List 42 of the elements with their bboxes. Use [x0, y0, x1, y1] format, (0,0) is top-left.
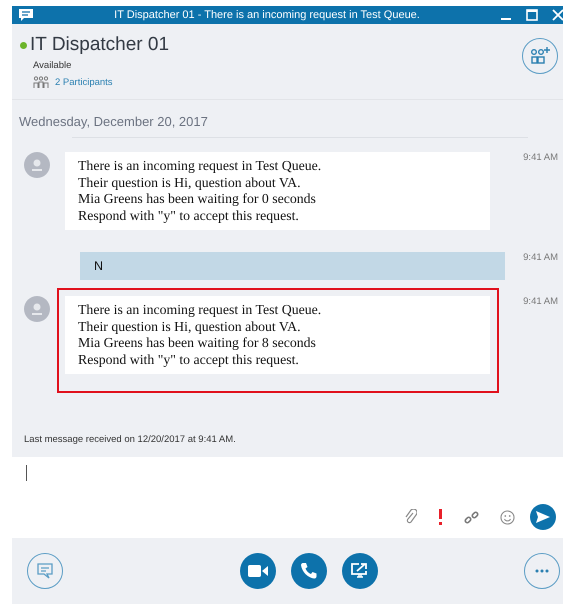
- message-text: Their question is Hi, question about VA.: [78, 174, 302, 191]
- message-text: Their question is Hi, question about VA.: [78, 318, 302, 335]
- message-time: 9:41 AM: [523, 296, 558, 307]
- contact-name: IT Dispatcher 01: [30, 34, 170, 56]
- message-text: Mia Greens has been waiting for 8 seconds: [78, 335, 317, 352]
- last-message-note: Last message received on 12/20/2017 at 9:41 AM.: [24, 434, 237, 445]
- send-icon: [536, 511, 550, 523]
- smiley-icon[interactable]: [500, 510, 515, 524]
- share-screen-button[interactable]: [342, 553, 378, 589]
- message-text: There is an incoming request in Test Queue.: [78, 158, 322, 174]
- phone-icon: [300, 562, 318, 580]
- send-button[interactable]: [530, 504, 556, 530]
- important-icon[interactable]: [438, 509, 443, 525]
- message-text: There is an incoming request in Test Queue.: [78, 302, 322, 318]
- message-time: 9:41 AM: [523, 152, 558, 163]
- message-text: Respond with "y" to accept this request.: [78, 352, 300, 368]
- participants-link[interactable]: 2 Participants: [55, 77, 113, 88]
- chat-button[interactable]: [27, 553, 63, 589]
- chat-icon: [36, 562, 54, 580]
- people-icon: [33, 76, 49, 89]
- share-screen-icon: [350, 562, 370, 580]
- add-people-button[interactable]: [522, 38, 558, 74]
- link-icon[interactable]: [464, 510, 479, 524]
- video-button[interactable]: [240, 553, 276, 589]
- add-people-icon: [529, 46, 551, 66]
- close-button[interactable]: [552, 9, 563, 21]
- presence-dot: [20, 42, 27, 48]
- status-text: Available: [33, 60, 72, 71]
- more-button[interactable]: [524, 553, 560, 589]
- avatar-icon: [24, 296, 50, 322]
- message-text: N: [94, 258, 104, 274]
- window-title: IT Dispatcher 01 - There is an incoming request in Test Queue.: [113, 9, 421, 21]
- paperclip-icon[interactable]: [405, 509, 417, 525]
- maximize-button[interactable]: [526, 9, 538, 21]
- message-text: Respond with "y" to accept this request.: [78, 208, 300, 224]
- message-text: Mia Greens has been waiting for 0 seconds: [78, 191, 317, 208]
- message-time: 9:41 AM: [523, 252, 558, 263]
- call-button[interactable]: [290, 553, 326, 589]
- date-divider: Wednesday, December 20, 2017: [19, 114, 209, 129]
- avatar-icon: [24, 152, 50, 178]
- video-camera-icon: [248, 564, 268, 578]
- more-icon: [535, 569, 549, 573]
